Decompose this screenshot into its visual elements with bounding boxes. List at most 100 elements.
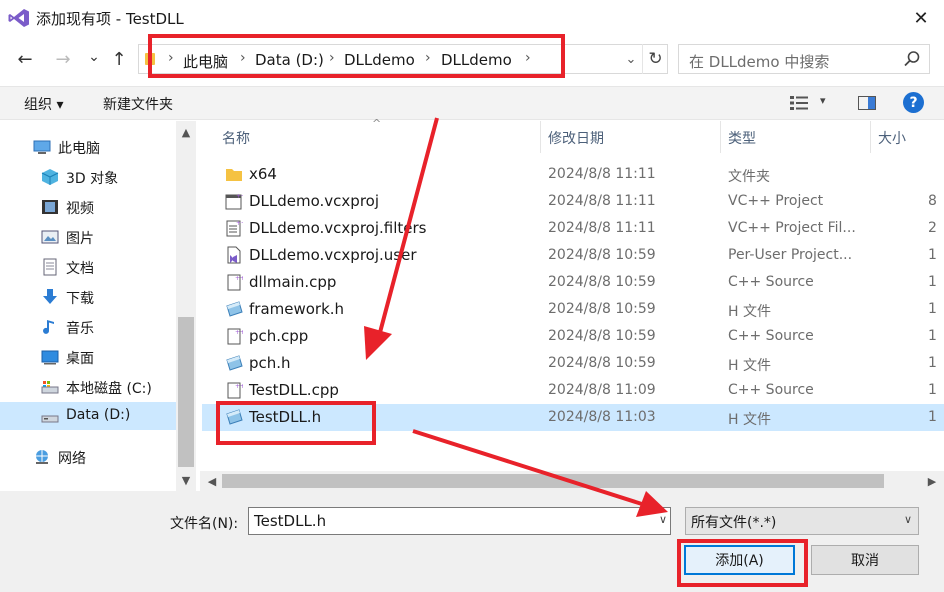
file-date: 2024/8/8 11:11 [548, 220, 656, 236]
file-row[interactable]: ++ TestDLL.cpp 2024/8/8 11:09 C++ Source… [202, 377, 944, 404]
filename-input[interactable]: TestDLL.h ∨ [248, 507, 671, 535]
file-type: VC++ Project Fil... [728, 220, 856, 236]
organize-button[interactable]: 组织 ▾ [24, 94, 63, 114]
forward-arrow-icon[interactable]: → [52, 48, 74, 70]
search-input[interactable]: 在 DLLdemo 中搜索 [678, 44, 930, 74]
address-bar[interactable]: › 此电脑 › Data (D:) › DLLdemo › DLLdemo › [138, 44, 668, 74]
file-date: 2024/8/8 10:59 [548, 328, 656, 344]
file-name: DLLdemo.vcxproj.filters [249, 219, 427, 237]
file-name: DLLdemo.vcxproj.user [249, 246, 417, 264]
file-size: 1 [928, 328, 937, 344]
sidebar-item-label: 音乐 [66, 321, 94, 337]
scroll-up-icon[interactable]: ▲ [176, 123, 196, 141]
file-name: TestDLL.h [249, 408, 322, 426]
view-dropdown-icon[interactable]: ▾ [820, 94, 826, 107]
file-row[interactable]: pch.h 2024/8/8 10:59 H 文件 1 [202, 350, 944, 377]
close-icon[interactable]: ✕ [898, 0, 944, 36]
file-row[interactable]: ++ DLLdemo.vcxproj 2024/8/8 11:11 VC++ P… [202, 188, 944, 215]
header-file-icon [226, 301, 243, 317]
sidebar-item-videos[interactable]: 视频 [0, 193, 176, 221]
file-row[interactable]: DLLdemo.vcxproj.user 2024/8/8 10:59 Per-… [202, 242, 944, 269]
search-icon[interactable] [903, 50, 921, 68]
sidebar-scroll-thumb[interactable] [178, 317, 194, 467]
up-arrow-icon[interactable]: ↑ [108, 48, 130, 70]
sidebar-item-data-d[interactable]: Data (D:) [0, 402, 176, 430]
navigation-pane: 此电脑 3D 对象 视频 图片 文档 下载 音乐 桌面 本地磁盘 (C:) Da… [0, 121, 176, 491]
cancel-button[interactable]: 取消 [811, 545, 919, 575]
window-title: 添加现有项 - TestDLL [36, 10, 184, 28]
column-header-label: 大小 [878, 131, 906, 147]
file-size: 1 [928, 409, 937, 425]
filetype-select[interactable]: 所有文件(*.*) ∨ [685, 507, 919, 535]
file-size: 1 [928, 247, 937, 263]
file-name: TestDLL.cpp [249, 381, 339, 399]
file-name: x64 [249, 165, 277, 183]
back-arrow-icon[interactable]: ← [14, 48, 36, 70]
column-header-size[interactable]: 大小 [870, 121, 944, 153]
file-type: C++ Source [728, 328, 814, 344]
scroll-right-icon[interactable]: ▶ [922, 471, 942, 491]
add-button[interactable]: 添加(A) [684, 545, 795, 575]
horizontal-scroll-thumb[interactable] [222, 474, 884, 488]
breadcrumb-separator[interactable]: › [525, 50, 531, 66]
file-row[interactable]: ++ DLLdemo.vcxproj.filters 2024/8/8 11:1… [202, 215, 944, 242]
sidebar-item-3d-objects[interactable]: 3D 对象 [0, 163, 176, 191]
sidebar-item-downloads[interactable]: 下载 [0, 283, 176, 311]
column-header-date[interactable]: 修改日期 [540, 121, 720, 153]
view-options-icon[interactable] [790, 96, 808, 110]
scroll-left-icon[interactable]: ◀ [202, 471, 222, 491]
visual-studio-icon [8, 9, 29, 27]
search-placeholder: 在 DLLdemo 中搜索 [689, 53, 830, 71]
file-row-selected[interactable]: TestDLL.h 2024/8/8 11:03 H 文件 1 [202, 404, 944, 431]
sidebar-item-label: 视频 [66, 201, 94, 217]
header-file-icon [226, 409, 243, 425]
breadcrumb-separator[interactable]: › [425, 50, 431, 66]
desktop-icon [41, 350, 59, 365]
column-header-label: 类型 [728, 131, 756, 147]
breadcrumb-separator[interactable]: › [329, 50, 335, 66]
sidebar-item-label: 本地磁盘 (C:) [66, 381, 152, 397]
file-row[interactable]: x64 2024/8/8 11:11 文件夹 [202, 161, 944, 188]
file-size: 1 [928, 355, 937, 371]
file-size: 1 [928, 382, 937, 398]
cpp-file-icon: ++ [227, 274, 243, 291]
file-size: 1 [928, 274, 937, 290]
breadcrumb-dlldemo-current[interactable]: DLLdemo [441, 51, 512, 69]
file-row[interactable]: ++ dllmain.cpp 2024/8/8 10:59 C++ Source… [202, 269, 944, 296]
file-type: C++ Source [728, 382, 814, 398]
sidebar-item-music[interactable]: 音乐 [0, 313, 176, 341]
sidebar-item-this-pc[interactable]: 此电脑 [0, 133, 168, 161]
breadcrumb-separator[interactable]: › [240, 50, 246, 66]
sidebar-item-local-disk-c[interactable]: 本地磁盘 (C:) [0, 373, 176, 401]
file-size: 2 [928, 220, 937, 236]
breadcrumb-data-d[interactable]: Data (D:) [255, 51, 324, 69]
new-folder-button[interactable]: 新建文件夹 [103, 94, 173, 114]
file-row[interactable]: ++ pch.cpp 2024/8/8 10:59 C++ Source 1 [202, 323, 944, 350]
sidebar-scrollbar[interactable]: ▲ ▼ [176, 121, 196, 491]
address-dropdown-icon[interactable]: ⌄ [621, 44, 641, 74]
preview-pane-icon[interactable] [858, 96, 876, 110]
recent-locations-icon[interactable]: ⌄ [83, 46, 105, 68]
refresh-icon[interactable]: ↻ [642, 44, 668, 74]
sidebar-item-desktop[interactable]: 桌面 [0, 343, 176, 371]
title-bar: 添加现有项 - TestDLL ✕ [0, 0, 944, 36]
horizontal-scrollbar[interactable]: ◀ ▶ [200, 471, 944, 491]
sidebar-item-pictures[interactable]: 图片 [0, 223, 176, 251]
sort-ascending-icon: ^ [372, 117, 382, 130]
breadcrumb-this-pc[interactable]: 此电脑 [183, 51, 228, 72]
column-header-type[interactable]: 类型 [720, 121, 870, 153]
breadcrumb-dlldemo-parent[interactable]: DLLdemo [344, 51, 415, 69]
folder-icon [145, 53, 155, 65]
file-row[interactable]: framework.h 2024/8/8 10:59 H 文件 1 [202, 296, 944, 323]
file-size: 8 [928, 193, 937, 209]
sidebar-item-network[interactable]: 网络 [0, 443, 168, 471]
svg-text:++: ++ [235, 329, 243, 336]
chevron-down-icon[interactable]: ∨ [659, 513, 667, 526]
scroll-down-icon[interactable]: ▼ [176, 471, 196, 489]
svg-text:++: ++ [235, 383, 243, 390]
computer-icon [33, 140, 51, 154]
file-name: DLLdemo.vcxproj [249, 192, 380, 210]
filename-value: TestDLL.h [254, 512, 327, 530]
help-icon[interactable]: ? [903, 92, 924, 113]
sidebar-item-documents[interactable]: 文档 [0, 253, 176, 281]
